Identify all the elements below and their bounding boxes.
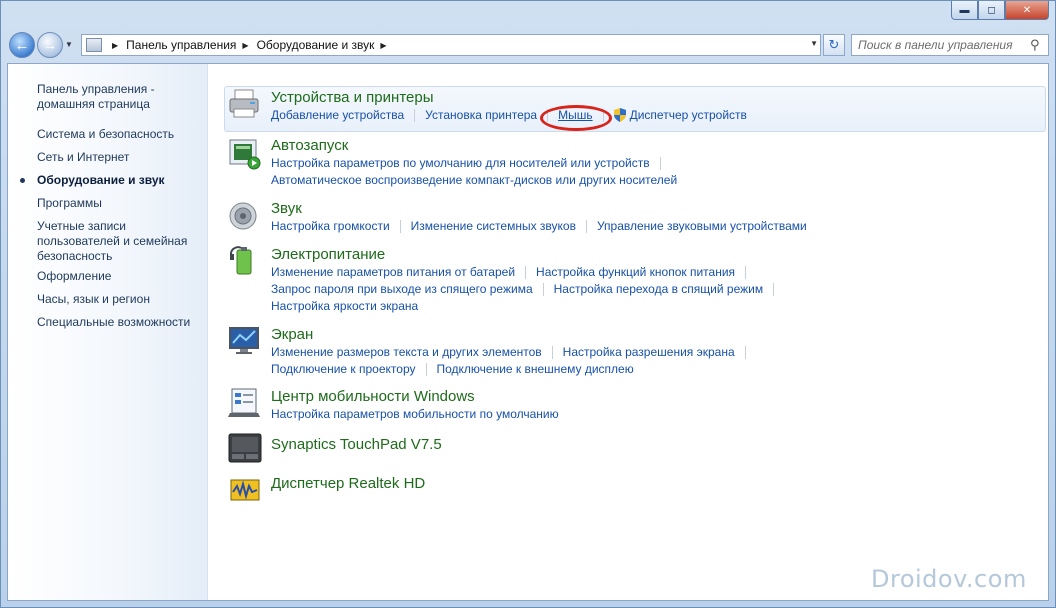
category-sound-title[interactable]: Звук <box>271 200 302 217</box>
link-add-device[interactable]: Добавление устройства <box>271 108 404 122</box>
navigation-bar: ← → ▼ ▶ Панель управления ▶ Оборудование… <box>7 31 1049 59</box>
sidebar-item-system-security[interactable]: Система и безопасность <box>37 127 202 142</box>
link-divider <box>551 345 553 359</box>
link-autoplay-defaults[interactable]: Настройка параметров по умолчанию для но… <box>271 156 650 170</box>
mobility-links: Настройка параметров мобильности по умол… <box>271 407 559 421</box>
category-realtek-title[interactable]: Диспетчер Realtek HD <box>271 475 425 492</box>
sidebar-item-network[interactable]: Сеть и Интернет <box>37 150 202 165</box>
link-divider <box>525 265 527 279</box>
chevron-right-icon[interactable]: ▶ <box>112 41 118 50</box>
devices-printers-links: Добавление устройства Установка принтера… <box>271 108 747 122</box>
sidebar-item-user-accounts[interactable]: Учетные записи пользователей и семейная … <box>37 219 202 264</box>
search-input[interactable] <box>858 38 1030 52</box>
monitor-icon <box>229 327 259 354</box>
autoplay-icon <box>229 139 261 170</box>
uac-shield-icon <box>613 108 626 122</box>
category-autoplay-title[interactable]: Автозапуск <box>271 137 348 154</box>
link-text-size[interactable]: Изменение размеров текста и других элеме… <box>271 345 542 359</box>
power-links-row2: Запрос пароля при выходе из спящего режи… <box>271 282 784 296</box>
link-sleep-settings[interactable]: Настройка перехода в спящий режим <box>554 282 763 296</box>
link-device-manager[interactable]: Диспетчер устройств <box>630 108 747 122</box>
refresh-icon: ↻ <box>828 37 840 52</box>
link-divider <box>659 156 661 170</box>
link-battery-settings[interactable]: Изменение параметров питания от батарей <box>271 265 515 279</box>
link-add-printer[interactable]: Установка принтера <box>425 108 537 122</box>
refresh-button[interactable]: ↻ <box>823 34 845 56</box>
printer-icon <box>229 89 259 118</box>
sidebar: Панель управления - домашняя страница Си… <box>8 64 208 600</box>
realtek-audio-icon <box>230 479 260 501</box>
link-power-buttons[interactable]: Настройка функций кнопок питания <box>536 265 735 279</box>
caption-buttons: ▬ ◻ ✕ <box>951 1 1049 20</box>
power-links-row1: Изменение параметров питания от батарей … <box>271 265 756 279</box>
mobility-center-icon <box>228 388 260 417</box>
category-devices-printers-title[interactable]: Устройства и принтеры <box>271 89 433 106</box>
link-divider <box>745 265 747 279</box>
minimize-button[interactable]: ▬ <box>951 1 978 20</box>
link-divider <box>399 219 401 233</box>
category-power-title[interactable]: Электропитание <box>271 246 385 263</box>
address-bar[interactable]: ▶ Панель управления ▶ Оборудование и зву… <box>81 34 821 56</box>
sound-links: Настройка громкости Изменение системных … <box>271 219 807 233</box>
link-mobility-defaults[interactable]: Настройка параметров мобильности по умол… <box>271 407 559 421</box>
sidebar-item-programs[interactable]: Программы <box>37 196 202 211</box>
forward-arrow-icon: → <box>42 36 58 54</box>
link-connect-projector[interactable]: Подключение к проектору <box>271 362 416 376</box>
speaker-icon <box>229 202 257 230</box>
sidebar-item-hardware-sound[interactable]: Оборудование и звук <box>20 173 202 188</box>
chevron-right-icon[interactable]: ▶ <box>380 41 386 50</box>
close-button[interactable]: ✕ <box>1005 1 1049 20</box>
back-button[interactable]: ← <box>9 32 35 58</box>
content-area: Панель управления - домашняя страница Си… <box>7 63 1049 601</box>
control-panel-window: ▬ ◻ ✕ ← → ▼ ▶ Панель управления ▶ Оборуд… <box>0 0 1056 608</box>
active-bullet-icon <box>20 178 25 183</box>
recent-pages-dropdown[interactable]: ▼ <box>65 40 73 49</box>
maximize-button[interactable]: ◻ <box>978 1 1005 20</box>
link-external-display[interactable]: Подключение к внешнему дисплею <box>437 362 634 376</box>
link-screen-brightness[interactable]: Настройка яркости экрана <box>271 299 418 313</box>
forward-button[interactable]: → <box>37 32 63 58</box>
control-panel-icon <box>86 38 102 52</box>
link-screen-resolution[interactable]: Настройка разрешения экрана <box>563 345 735 359</box>
search-box[interactable]: ⚲ <box>851 34 1049 56</box>
link-wake-password[interactable]: Запрос пароля при выходе из спящего режи… <box>271 282 533 296</box>
sidebar-item-accessibility[interactable]: Специальные возможности <box>37 315 202 330</box>
link-divider <box>744 345 746 359</box>
link-divider <box>414 108 416 122</box>
category-display-title[interactable]: Экран <box>271 326 313 343</box>
sidebar-item-clock-language[interactable]: Часы, язык и регион <box>37 292 202 307</box>
mouse-highlight-circle <box>540 105 612 131</box>
link-divider <box>773 282 775 296</box>
link-autoplay-cds[interactable]: Автоматическое воспроизведение компакт-д… <box>271 173 677 187</box>
power-links-row3: Настройка яркости экрана <box>271 299 418 313</box>
link-change-system-sounds[interactable]: Изменение системных звуков <box>411 219 576 233</box>
sidebar-item-home[interactable]: Панель управления - домашняя страница <box>37 82 202 112</box>
link-divider <box>425 362 427 376</box>
autoplay-links-row2: Автоматическое воспроизведение компакт-д… <box>271 173 677 187</box>
breadcrumb-control-panel[interactable]: Панель управления <box>126 38 236 52</box>
category-list: Устройства и принтеры Добавление устройс… <box>208 64 1048 600</box>
watermark: Droidov.com <box>871 565 1027 593</box>
link-divider <box>585 219 587 233</box>
link-divider <box>542 282 544 296</box>
link-manage-audio-devices[interactable]: Управление звуковыми устройствами <box>597 219 807 233</box>
category-touchpad-title[interactable]: Synaptics TouchPad V7.5 <box>271 436 442 453</box>
display-links-row2: Подключение к проектору Подключение к вн… <box>271 362 634 376</box>
display-links-row1: Изменение размеров текста и других элеме… <box>271 345 756 359</box>
breadcrumb-hardware-sound[interactable]: Оборудование и звук <box>257 38 375 52</box>
chevron-right-icon[interactable]: ▶ <box>242 41 248 50</box>
link-adjust-volume[interactable]: Настройка громкости <box>271 219 390 233</box>
back-arrow-icon: ← <box>14 36 30 54</box>
autoplay-links-row1: Настройка параметров по умолчанию для но… <box>271 156 671 170</box>
category-mobility-title[interactable]: Центр мобильности Windows <box>271 388 475 405</box>
sidebar-item-appearance[interactable]: Оформление <box>37 269 202 284</box>
battery-icon <box>230 246 252 275</box>
address-history-dropdown[interactable]: ▼ <box>810 39 818 48</box>
touchpad-icon <box>228 433 262 463</box>
search-icon[interactable]: ⚲ <box>1030 37 1040 53</box>
sidebar-item-label: Оборудование и звук <box>37 173 165 187</box>
